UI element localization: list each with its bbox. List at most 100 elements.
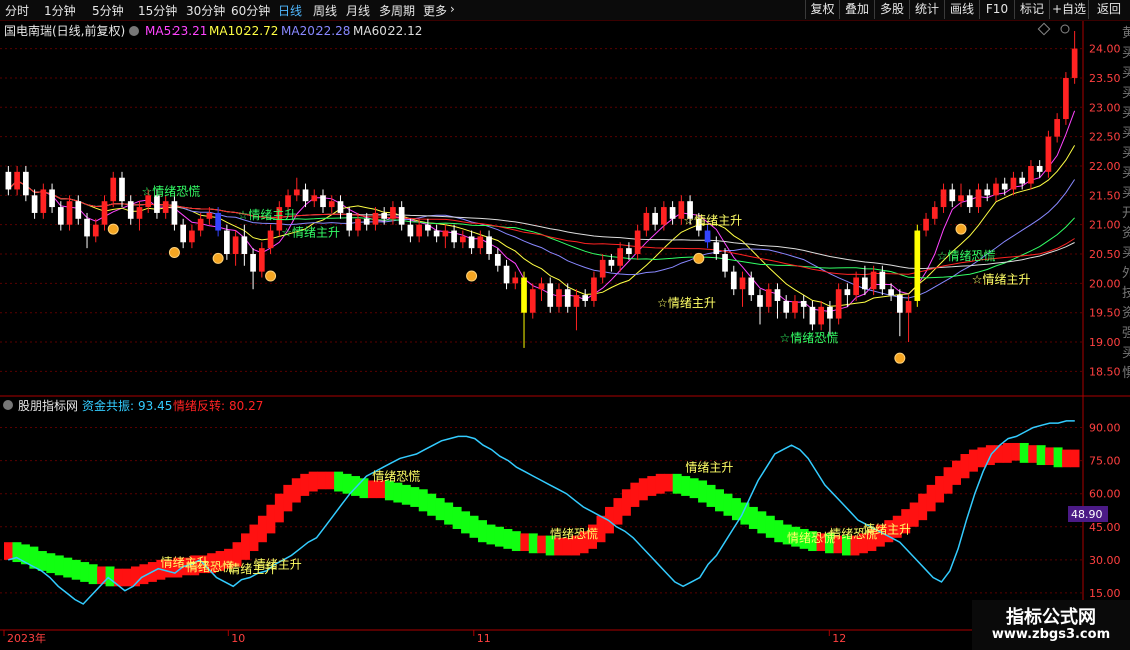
- candle-body: [617, 248, 623, 266]
- candle-body: [258, 248, 265, 272]
- candle-body: [591, 277, 597, 301]
- candle-body: [224, 230, 230, 255]
- settings-dropdown-icon[interactable]: [129, 26, 139, 36]
- indicator-bar: [537, 535, 547, 554]
- indicator-signal-label: 情绪恐慌: [550, 527, 598, 541]
- candle-body: [862, 277, 868, 290]
- candle-body: [407, 224, 414, 237]
- signal-label: ☆情绪恐慌: [937, 249, 996, 263]
- coin-icon: [265, 270, 277, 282]
- tab-weekly[interactable]: 周线: [313, 2, 337, 19]
- indicator-signal-label: 情绪恐慌: [186, 560, 234, 574]
- side-glyph: 黄: [1122, 26, 1130, 41]
- candle-body: [250, 254, 256, 272]
- indicator-bar: [241, 533, 250, 560]
- right-side-glyphs: 黄买买买买买买买买开资买外技资强买惧: [1122, 26, 1130, 381]
- indicator-bar: [757, 511, 767, 534]
- side-glyph: 买: [1122, 346, 1130, 361]
- indicator-bar: [494, 526, 504, 547]
- candle-body: [197, 218, 204, 231]
- multi-stock-button[interactable]: 多股: [874, 0, 909, 19]
- candle-body: [739, 277, 746, 290]
- tab-15min[interactable]: 15分钟: [138, 2, 177, 19]
- f10-button[interactable]: F10: [979, 0, 1014, 19]
- overlay-button[interactable]: 叠加: [839, 0, 874, 19]
- signal-label: ☆情绪主升: [657, 296, 716, 310]
- indicator-signal-label: 情绪主升: [685, 461, 733, 475]
- indicator-bar: [1062, 449, 1072, 468]
- indicator-tick-label: 75.00: [1089, 455, 1121, 468]
- watermark-title: 指标公式网: [1006, 607, 1096, 628]
- indicator-bar: [427, 493, 437, 516]
- circle-icon[interactable]: [1060, 24, 1070, 34]
- candle-body: [564, 289, 571, 307]
- statistics-button[interactable]: 统计: [909, 0, 944, 19]
- candle-body: [320, 195, 326, 208]
- candle-body: [49, 189, 55, 208]
- main-grid: [0, 48, 1083, 372]
- candle-body: [975, 189, 982, 208]
- indicator-bar: [478, 520, 487, 543]
- candle-body: [512, 277, 519, 284]
- candle-body: [931, 207, 938, 219]
- candle-body: [232, 236, 239, 255]
- tab-more[interactable]: 更多: [423, 2, 447, 19]
- indicator-bar: [511, 531, 521, 552]
- candle-body: [31, 195, 38, 213]
- sub-settings-icon[interactable]: [3, 400, 13, 410]
- indicator-bar: [300, 473, 310, 496]
- indicator-bar: [1053, 447, 1063, 468]
- tab-monthly[interactable]: 月线: [346, 2, 370, 19]
- candle-body: [966, 195, 973, 208]
- indicator-bar: [418, 489, 428, 512]
- chevron-right-icon[interactable]: ›: [450, 2, 455, 16]
- tab-60min[interactable]: 60分钟: [231, 2, 270, 19]
- signal-label: ☆情绪恐慌: [141, 184, 200, 198]
- price-tick-label: 23.50: [1089, 72, 1121, 85]
- candle-body: [189, 230, 195, 243]
- candle-body: [101, 201, 108, 225]
- date-tick-label: 12: [832, 632, 846, 645]
- mark-button[interactable]: 标记: [1014, 0, 1049, 19]
- draw-line-button[interactable]: 画线: [944, 0, 979, 19]
- candle-body: [765, 289, 772, 307]
- candle-body: [984, 189, 991, 196]
- side-glyph: 资: [1122, 306, 1130, 321]
- candle-body: [162, 201, 169, 213]
- indicator-bar: [935, 476, 945, 503]
- price-tick-label: 24.00: [1089, 43, 1121, 56]
- tab-fenshi[interactable]: 分时: [5, 2, 29, 19]
- indicator-bar: [994, 445, 1004, 463]
- ma10-value: 22.72: [244, 24, 278, 38]
- diamond-icon[interactable]: [1037, 22, 1051, 36]
- price-tick-label: 22.50: [1089, 131, 1121, 144]
- candle-body: [844, 289, 851, 296]
- candle-body: [529, 289, 536, 313]
- indicator-bar: [266, 504, 276, 534]
- indicator-signal-label: 情绪恐慌: [372, 469, 420, 483]
- candle-body: [713, 242, 720, 255]
- back-button[interactable]: 返回: [1088, 0, 1129, 19]
- kline-chart-area[interactable]: ☆情绪恐慌 ☆情绪主升 ☆情绪主升 ☆情绪主升 ☆情绪主升 ☆情绪恐慌 ☆情绪恐慌 ☆情绪主升…: [0, 21, 1130, 650]
- indicator-bar: [393, 482, 403, 503]
- candle-body: [774, 289, 781, 301]
- indicator-bar: [54, 555, 64, 576]
- watermark-url: www.zbgs3.com: [991, 627, 1111, 642]
- tab-daily[interactable]: 日线: [278, 2, 302, 19]
- coin-icon: [955, 223, 967, 235]
- tab-30min[interactable]: 30分钟: [186, 2, 225, 19]
- add-watchlist-button[interactable]: +自选: [1049, 0, 1088, 19]
- candle-body: [14, 171, 20, 190]
- indicator-bar: [647, 476, 657, 496]
- indicator-bar: [748, 506, 758, 529]
- indicator-bar: [122, 568, 132, 587]
- indicator-bar: [88, 564, 98, 585]
- tab-5min[interactable]: 5分钟: [92, 2, 124, 19]
- ma60-value: 22.12: [388, 24, 422, 38]
- restore-rights-button[interactable]: 复权: [805, 0, 839, 19]
- tab-multi-period[interactable]: 多周期: [379, 2, 415, 19]
- indicator-bar: [926, 484, 936, 512]
- candle-body: [661, 207, 667, 225]
- tab-1min[interactable]: 1分钟: [44, 2, 76, 19]
- indicator-tick-label: 90.00: [1089, 422, 1121, 435]
